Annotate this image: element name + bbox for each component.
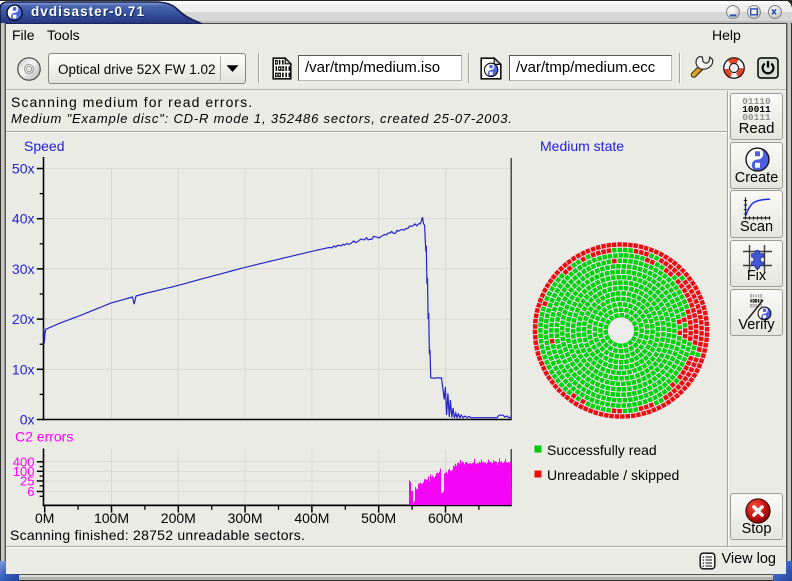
svg-text:Scanning finished: 28752 unrea: Scanning finished: 28752 unreadable sect… (10, 527, 305, 543)
svg-text:400M: 400M (294, 510, 329, 526)
svg-text:100M: 100M (94, 510, 129, 526)
svg-text:500M: 500M (361, 510, 396, 526)
svg-text:Medium state: Medium state (540, 138, 624, 154)
svg-text:10x: 10x (12, 361, 35, 377)
svg-text:Speed: Speed (24, 138, 64, 154)
svg-text:C2 errors: C2 errors (15, 429, 73, 445)
svg-text:6: 6 (27, 484, 34, 499)
svg-text:200M: 200M (161, 510, 196, 526)
svg-text:300M: 300M (228, 510, 263, 526)
svg-text:0M: 0M (35, 510, 54, 526)
svg-text:40x: 40x (12, 211, 35, 227)
svg-text:0x: 0x (20, 412, 35, 428)
svg-text:50x: 50x (12, 161, 35, 177)
svg-text:Successfully read: Successfully read (547, 442, 657, 458)
svg-text:30x: 30x (12, 261, 35, 277)
svg-text:20x: 20x (12, 311, 35, 327)
svg-text:600M: 600M (428, 510, 463, 526)
svg-text:Unreadable / skipped: Unreadable / skipped (547, 467, 679, 483)
